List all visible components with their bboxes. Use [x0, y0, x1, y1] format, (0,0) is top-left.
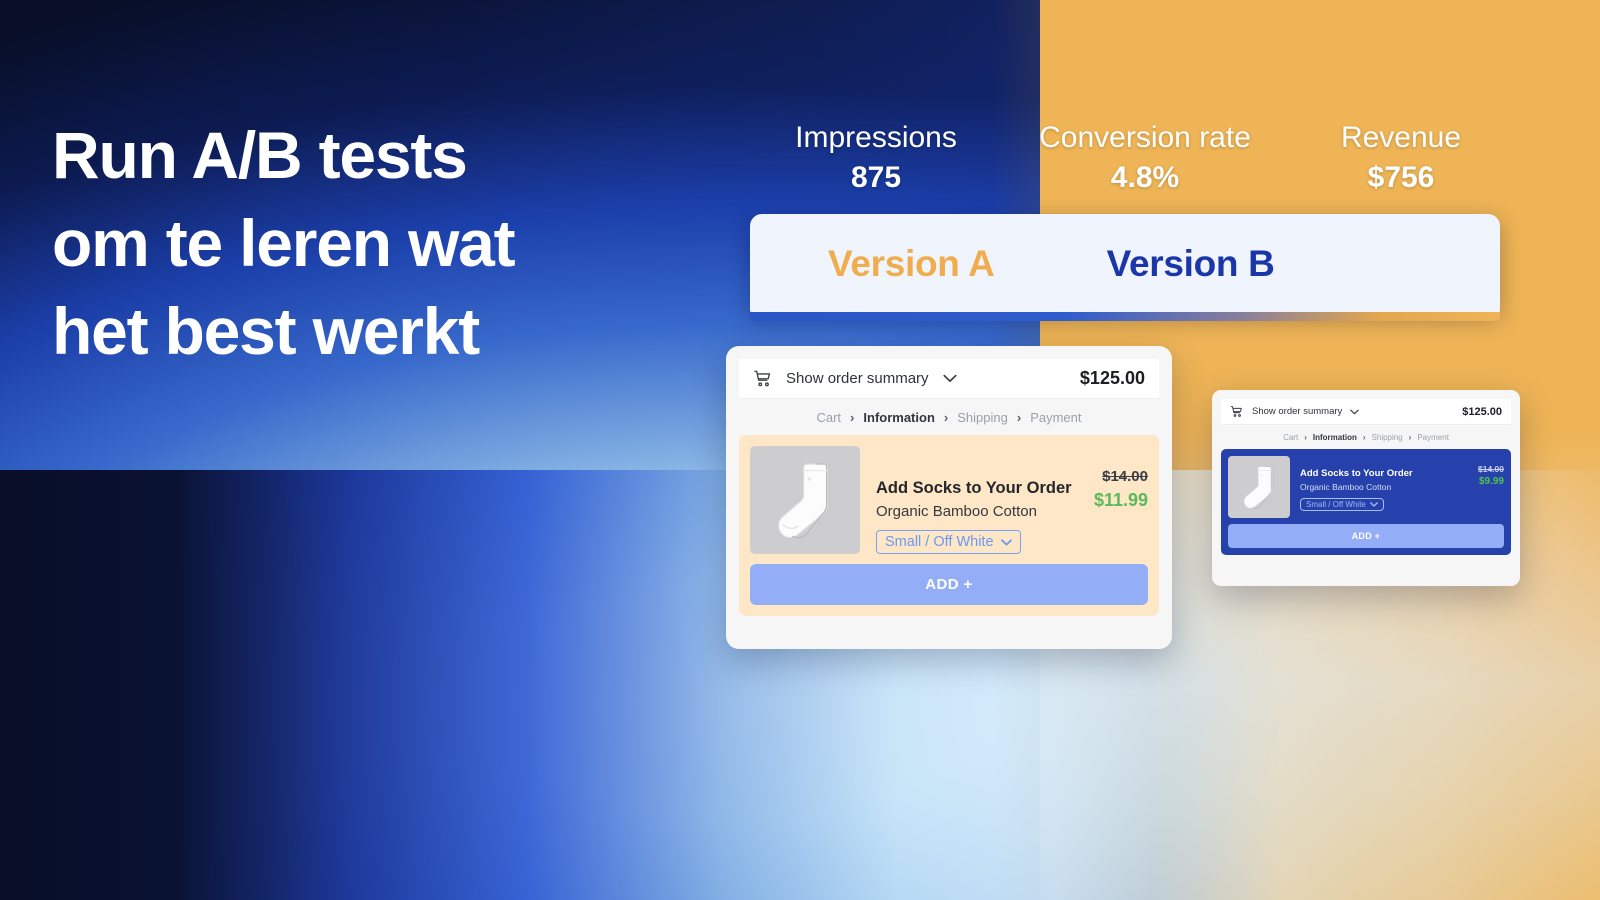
upsell-offer-title: Add Socks to Your Order	[876, 479, 1072, 497]
chevron-down-icon[interactable]	[1350, 409, 1360, 415]
chevron-down-icon	[1000, 539, 1012, 546]
tab-version-a[interactable]: Version A	[828, 243, 995, 285]
upsell-offer-row: Add Socks to Your Order Organic Bamboo C…	[750, 446, 1148, 555]
metric-revenue-value: $756	[1367, 161, 1435, 194]
add-to-order-button[interactable]: ADD +	[750, 564, 1148, 606]
poster-background: Run A/B tests om te leren wat het best w…	[0, 0, 1600, 900]
price-original: $14.00	[1102, 468, 1148, 485]
price-discounted: $11.99	[1093, 489, 1148, 510]
product-thumbnail-socks	[1228, 456, 1290, 518]
breadcrumb-separator: ›	[1408, 432, 1412, 442]
sock-product-image	[777, 463, 831, 539]
upsell-offer-info: Add Socks to Your Order Organic Bamboo C…	[1300, 456, 1468, 512]
upsell-offer-subtitle: Organic Bamboo Cotton	[1300, 481, 1392, 492]
breadcrumb-separator: ›	[943, 409, 949, 425]
metrics-row: Impressions 875 Conversion rate 4.8% Rev…	[752, 120, 1512, 206]
breadcrumb-cart[interactable]: Cart	[816, 410, 841, 425]
breadcrumb-separator: ›	[1362, 432, 1366, 442]
checkout-breadcrumb: Cart › Information › Shipping › Payment	[739, 399, 1159, 435]
checkout-breadcrumb: Cart › Information › Shipping › Payment	[1221, 425, 1511, 449]
price-discounted: $9.99	[1478, 475, 1504, 487]
metric-conversion-rate-label: Conversion rate	[1039, 121, 1251, 154]
breadcrumb-separator: ›	[1304, 432, 1307, 442]
upsell-offer-block: Add Socks to Your Order Organic Bamboo C…	[739, 435, 1159, 617]
upsell-offer-prices: $14.00 $9.99	[1478, 456, 1504, 488]
metric-conversion-rate: Conversion rate 4.8%	[1000, 120, 1290, 199]
order-summary-bar[interactable]: Show order summary $125.00	[1221, 399, 1511, 425]
headline-line-3: het best werkt	[52, 293, 480, 368]
version-tab-bar: Version A Version B	[750, 214, 1500, 314]
product-thumbnail-socks	[750, 446, 860, 554]
metric-impressions: Impressions 875	[752, 120, 1000, 199]
breadcrumb-cart[interactable]: Cart	[1283, 433, 1298, 442]
upsell-offer-title: Add Socks to Your Order	[1300, 468, 1413, 479]
breadcrumb-shipping[interactable]: Shipping	[1372, 433, 1403, 442]
chevron-down-icon	[1369, 502, 1378, 507]
metric-revenue: Revenue $756	[1290, 120, 1512, 199]
headline-line-2: om te leren wat	[52, 205, 516, 280]
metric-revenue-label: Revenue	[1340, 121, 1462, 154]
breadcrumb-payment[interactable]: Payment	[1030, 410, 1081, 425]
version-tab-underline	[750, 312, 1500, 321]
upsell-offer-info: Add Socks to Your Order Organic Bamboo C…	[876, 446, 1078, 555]
breadcrumb-payment[interactable]: Payment	[1417, 433, 1449, 442]
checkout-preview-version-a: Show order summary $125.00 Cart › Inform…	[726, 346, 1172, 649]
order-summary-label: Show order summary	[786, 370, 929, 387]
sock-product-image	[1243, 466, 1274, 509]
breadcrumb-information[interactable]: Information	[863, 410, 935, 425]
breadcrumb-separator: ›	[850, 409, 855, 425]
breadcrumb-separator: ›	[1016, 409, 1022, 425]
shopping-cart-icon	[1230, 406, 1242, 417]
headline-line-1: Run A/B tests	[52, 118, 468, 192]
breadcrumb-information[interactable]: Information	[1313, 433, 1357, 442]
order-total: $125.00	[1079, 368, 1145, 388]
breadcrumb-shipping[interactable]: Shipping	[957, 410, 1008, 425]
metric-impressions-value: 875	[850, 161, 902, 194]
variant-select[interactable]: Small / Off White	[1300, 497, 1384, 511]
shopping-cart-icon	[754, 370, 771, 387]
upsell-offer-prices: $14.00 $11.99	[1094, 446, 1148, 511]
price-original: $14.00	[1478, 464, 1504, 474]
order-summary-label: Show order summary	[1252, 406, 1343, 417]
variant-select-value: Small / Off White	[885, 534, 994, 551]
order-summary-bar[interactable]: Show order summary $125.00	[739, 359, 1159, 399]
page-title: Run A/B tests om te leren wat het best w…	[52, 112, 752, 375]
chevron-down-icon[interactable]	[942, 374, 957, 383]
checkout-preview-version-b: Show order summary $125.00 Cart › Inform…	[1212, 390, 1520, 586]
metric-impressions-label: Impressions	[795, 121, 957, 154]
order-total: $125.00	[1462, 405, 1502, 418]
upsell-offer-block: Add Socks to Your Order Organic Bamboo C…	[1221, 449, 1511, 555]
upsell-offer-row: Add Socks to Your Order Organic Bamboo C…	[1228, 456, 1504, 518]
variant-select[interactable]: Small / Off White	[876, 530, 1021, 555]
upsell-offer-subtitle: Organic Bamboo Cotton	[876, 502, 1037, 520]
metric-conversion-rate-value: 4.8%	[1110, 161, 1180, 194]
add-to-order-button[interactable]: ADD +	[1228, 524, 1504, 548]
tab-version-b[interactable]: Version B	[1107, 243, 1275, 285]
variant-select-value: Small / Off White	[1306, 499, 1366, 509]
